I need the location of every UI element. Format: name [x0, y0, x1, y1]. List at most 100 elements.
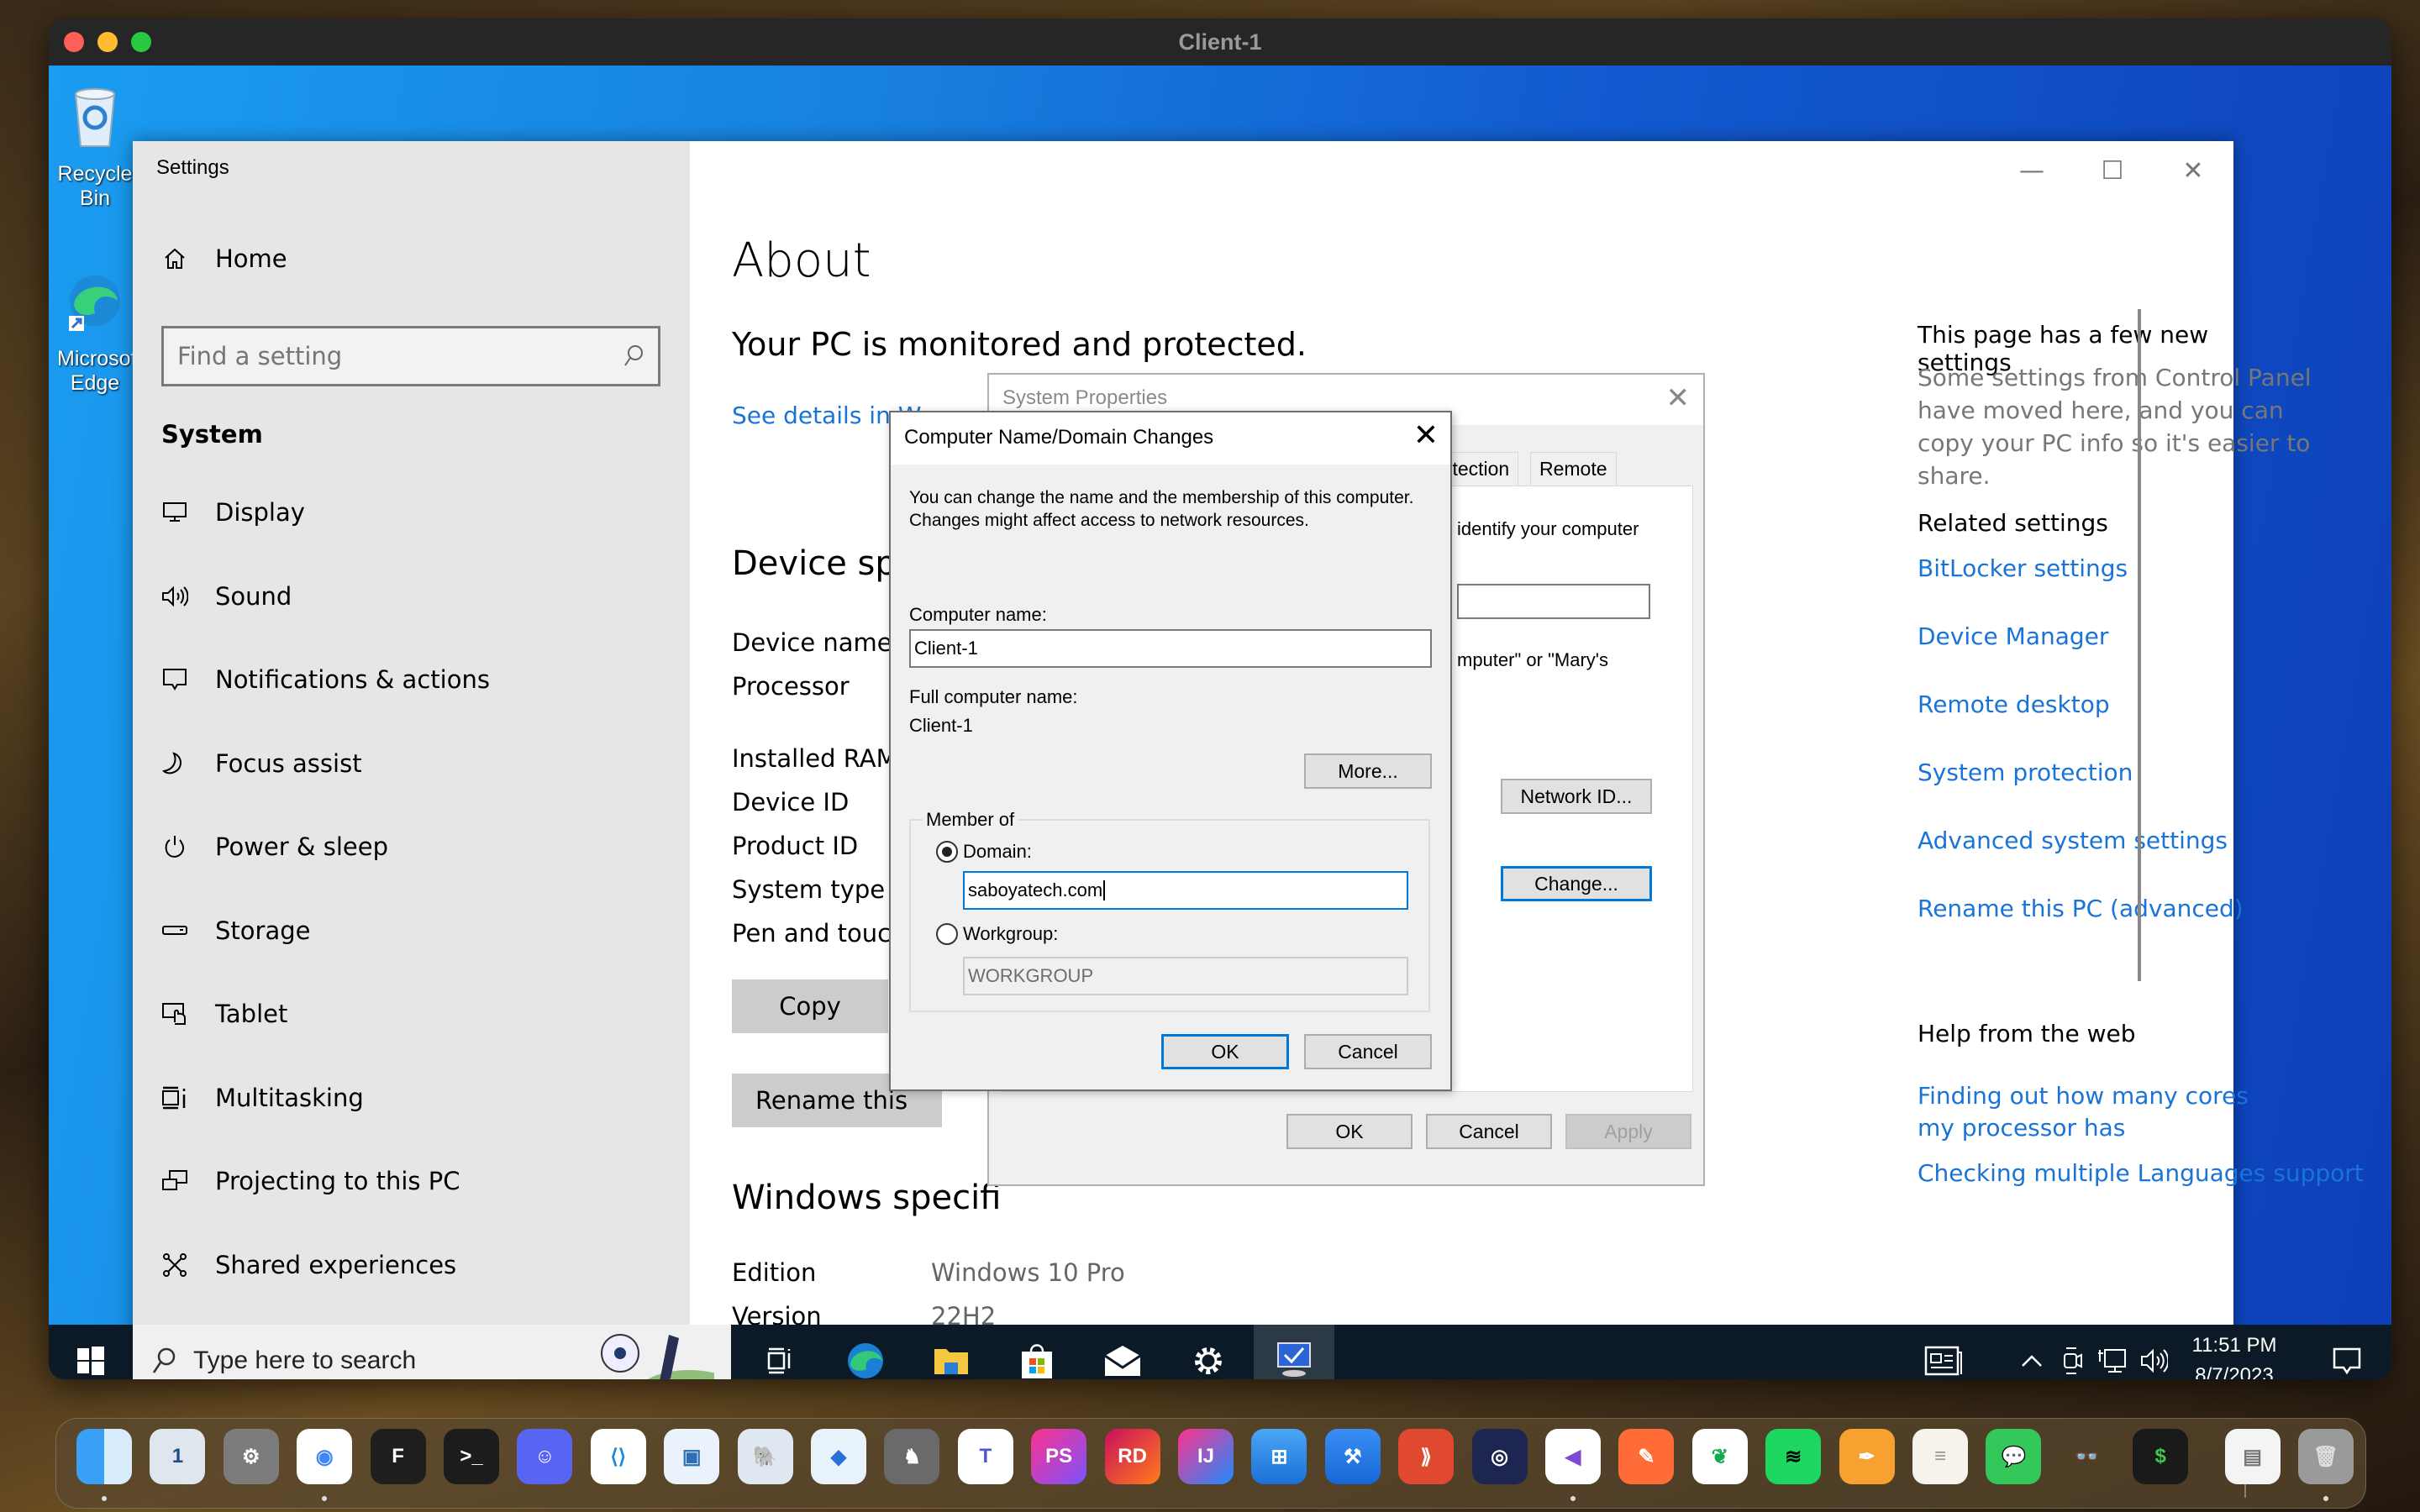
- notification-icon: [2333, 1347, 2361, 1374]
- tray-network[interactable]: [2092, 1325, 2131, 1379]
- tray-volume[interactable]: [2134, 1325, 2173, 1379]
- dock-app-notes-icon[interactable]: ≡: [1912, 1429, 1968, 1484]
- sidebar-item-home[interactable]: Home: [133, 225, 690, 292]
- tray-show-hidden[interactable]: [2015, 1325, 2049, 1379]
- dock-app-xcode-icon[interactable]: ⚒: [1324, 1429, 1381, 1484]
- computer-description-input[interactable]: [1457, 584, 1650, 619]
- dock-app-iterm-icon[interactable]: $: [2133, 1429, 2189, 1484]
- sp-apply-button[interactable]: Apply: [1565, 1114, 1691, 1149]
- taskbar-mail[interactable]: [1082, 1325, 1163, 1379]
- mac-titlebar: Client-1: [49, 18, 2391, 66]
- domain-input[interactable]: saboyatech.com: [963, 871, 1408, 910]
- dock-app-terminal-icon[interactable]: >_: [444, 1429, 499, 1484]
- dock-app-azure-data-studio-icon[interactable]: ▣: [664, 1429, 720, 1484]
- dock-app-microsoft-teams-icon[interactable]: T: [957, 1429, 1013, 1484]
- tray-meet-now[interactable]: [2055, 1325, 2089, 1379]
- power-icon: [160, 832, 190, 862]
- taskbar-edge[interactable]: [825, 1325, 906, 1379]
- sp-ok-button[interactable]: OK: [1286, 1114, 1413, 1149]
- file-explorer-icon: [934, 1348, 968, 1374]
- sidebar-item-notifications-actions[interactable]: Notifications & actions: [133, 646, 690, 713]
- taskbar-store[interactable]: [997, 1325, 1077, 1379]
- cn-cancel-button[interactable]: Cancel: [1304, 1034, 1432, 1069]
- sidebar-item-display[interactable]: Display: [133, 479, 690, 546]
- more-button[interactable]: More...: [1304, 753, 1432, 789]
- cn-title: Computer Name/Domain Changes: [904, 426, 1214, 449]
- workgroup-radio[interactable]: [936, 923, 958, 945]
- network-id-button[interactable]: Network ID...: [1501, 779, 1652, 814]
- taskbar-search-placeholder: Type here to search: [193, 1346, 417, 1374]
- taskbar-task-view[interactable]: [739, 1325, 820, 1379]
- dock-app-sequel-ace-icon[interactable]: ♞: [884, 1429, 940, 1484]
- taskbar-system-properties[interactable]: [1254, 1325, 1334, 1379]
- mac-minimize-button[interactable]: [97, 32, 118, 52]
- dock-app-pgadmin-icon[interactable]: 🐘: [737, 1429, 793, 1484]
- dock-app-visual-studio-code-icon[interactable]: ⟨⟩: [590, 1429, 646, 1484]
- tray-action-center[interactable]: [2317, 1325, 2376, 1379]
- link-advanced-system-settings[interactable]: Advanced system settings: [1918, 827, 2228, 854]
- dock-app-parallels-windows-icon[interactable]: ⊞: [1251, 1429, 1307, 1484]
- change-button[interactable]: Change...: [1501, 866, 1652, 901]
- link-device-manager[interactable]: Device Manager: [1918, 622, 2108, 650]
- taskbar-file-explorer[interactable]: [911, 1325, 992, 1379]
- dock-app-rider-icon[interactable]: RD: [1104, 1429, 1160, 1484]
- mac-zoom-button[interactable]: [131, 32, 151, 52]
- cn-ok-button[interactable]: OK: [1161, 1034, 1289, 1069]
- tablet-icon: [160, 999, 190, 1029]
- find-setting-search[interactable]: [161, 326, 660, 386]
- taskbar-settings[interactable]: [1168, 1325, 1249, 1379]
- dock-app-discord-icon[interactable]: ☺: [517, 1429, 573, 1484]
- dock-app-messages-icon[interactable]: 💬: [1986, 1429, 2042, 1484]
- sidebar-item-storage[interactable]: Storage: [133, 897, 690, 964]
- link-help-languages[interactable]: Checking multiple Languages support: [1918, 1159, 2364, 1187]
- dock-app-visual-studio-icon[interactable]: ◀: [1545, 1429, 1601, 1484]
- dock-app-1password-icon[interactable]: 1: [150, 1429, 206, 1484]
- domain-radio[interactable]: [936, 841, 958, 863]
- link-system-protection[interactable]: System protection: [1918, 759, 2133, 786]
- workgroup-input[interactable]: WORKGROUP: [963, 957, 1408, 995]
- link-rename-pc-advanced[interactable]: Rename this PC (advanced): [1918, 895, 2244, 922]
- link-help-cores[interactable]: Finding out how many cores my processor …: [1918, 1080, 2287, 1144]
- computer-name-input[interactable]: Client-1: [909, 629, 1432, 668]
- sp-close-button[interactable]: ✕: [1666, 381, 1691, 415]
- tab-remote[interactable]: Remote: [1530, 452, 1617, 486]
- copy-button[interactable]: Copy: [732, 979, 888, 1033]
- dock-app-obs-icon[interactable]: ◎: [1471, 1429, 1528, 1484]
- desktop-icon-edge[interactable]: Microsoft Edge: [57, 267, 142, 396]
- dock-app-pages-icon[interactable]: ✒: [1839, 1429, 1895, 1484]
- sidebar-item-shared-experiences[interactable]: Shared experiences: [133, 1231, 690, 1299]
- link-remote-desktop[interactable]: Remote desktop: [1918, 690, 2110, 718]
- dock-app-phpstorm-icon[interactable]: PS: [1031, 1429, 1087, 1484]
- dock-app-intellij-idea-icon[interactable]: IJ: [1178, 1429, 1234, 1484]
- sp-cancel-button[interactable]: Cancel: [1426, 1114, 1552, 1149]
- dock-app-system-preferences-icon[interactable]: ⚙: [223, 1429, 279, 1484]
- sidebar-item-projecting-to-this-pc[interactable]: Projecting to this PC: [133, 1147, 690, 1215]
- sidebar-item-focus-assist[interactable]: Focus assist: [133, 730, 690, 797]
- dock-app-trash-icon[interactable]: 🗑: [2298, 1429, 2354, 1484]
- cn-close-button[interactable]: ✕: [1413, 417, 1439, 453]
- start-button[interactable]: [49, 1325, 133, 1379]
- sidebar-item-sound[interactable]: Sound: [133, 563, 690, 630]
- taskbar-search[interactable]: Type here to search: [133, 1325, 731, 1379]
- dock-app-figma-icon[interactable]: F: [370, 1429, 426, 1484]
- link-bitlocker[interactable]: BitLocker settings: [1918, 554, 2128, 582]
- sidebar-item-multitasking[interactable]: Multitasking: [133, 1064, 690, 1131]
- sidebar-item-power-sleep[interactable]: Power & sleep: [133, 813, 690, 880]
- dock-app-postman-icon[interactable]: ✎: [1618, 1429, 1675, 1484]
- dock-app-finder-icon[interactable]: [76, 1429, 132, 1484]
- tray-clock[interactable]: 11:51 PM 8/7/2023: [2180, 1325, 2289, 1380]
- desktop-icon-recycle-bin[interactable]: Recycle Bin: [57, 82, 133, 211]
- dock-app-tableplus-icon[interactable]: ◆: [811, 1429, 866, 1484]
- computer-name-value: Client-1: [914, 638, 978, 659]
- dock-app-preview-glasses-icon[interactable]: 👓: [2060, 1429, 2115, 1484]
- dock-app-microsoft-remote-desktop-icon[interactable]: ⟫: [1398, 1429, 1455, 1484]
- mac-close-button[interactable]: [64, 32, 84, 52]
- dock-app-spotify-icon[interactable]: ≋: [1765, 1429, 1822, 1484]
- tray-news[interactable]: [1914, 1325, 1973, 1379]
- dock-app-google-chrome-icon[interactable]: ◉: [297, 1429, 353, 1484]
- sidebar-item-tablet[interactable]: Tablet: [133, 980, 690, 1047]
- settings-scrollbar[interactable]: [2138, 309, 2141, 981]
- dock-app-mongodb-compass-icon[interactable]: ❦: [1691, 1429, 1748, 1484]
- find-setting-input[interactable]: [177, 342, 623, 370]
- dock-app-documents-icon[interactable]: ▤: [2224, 1429, 2281, 1484]
